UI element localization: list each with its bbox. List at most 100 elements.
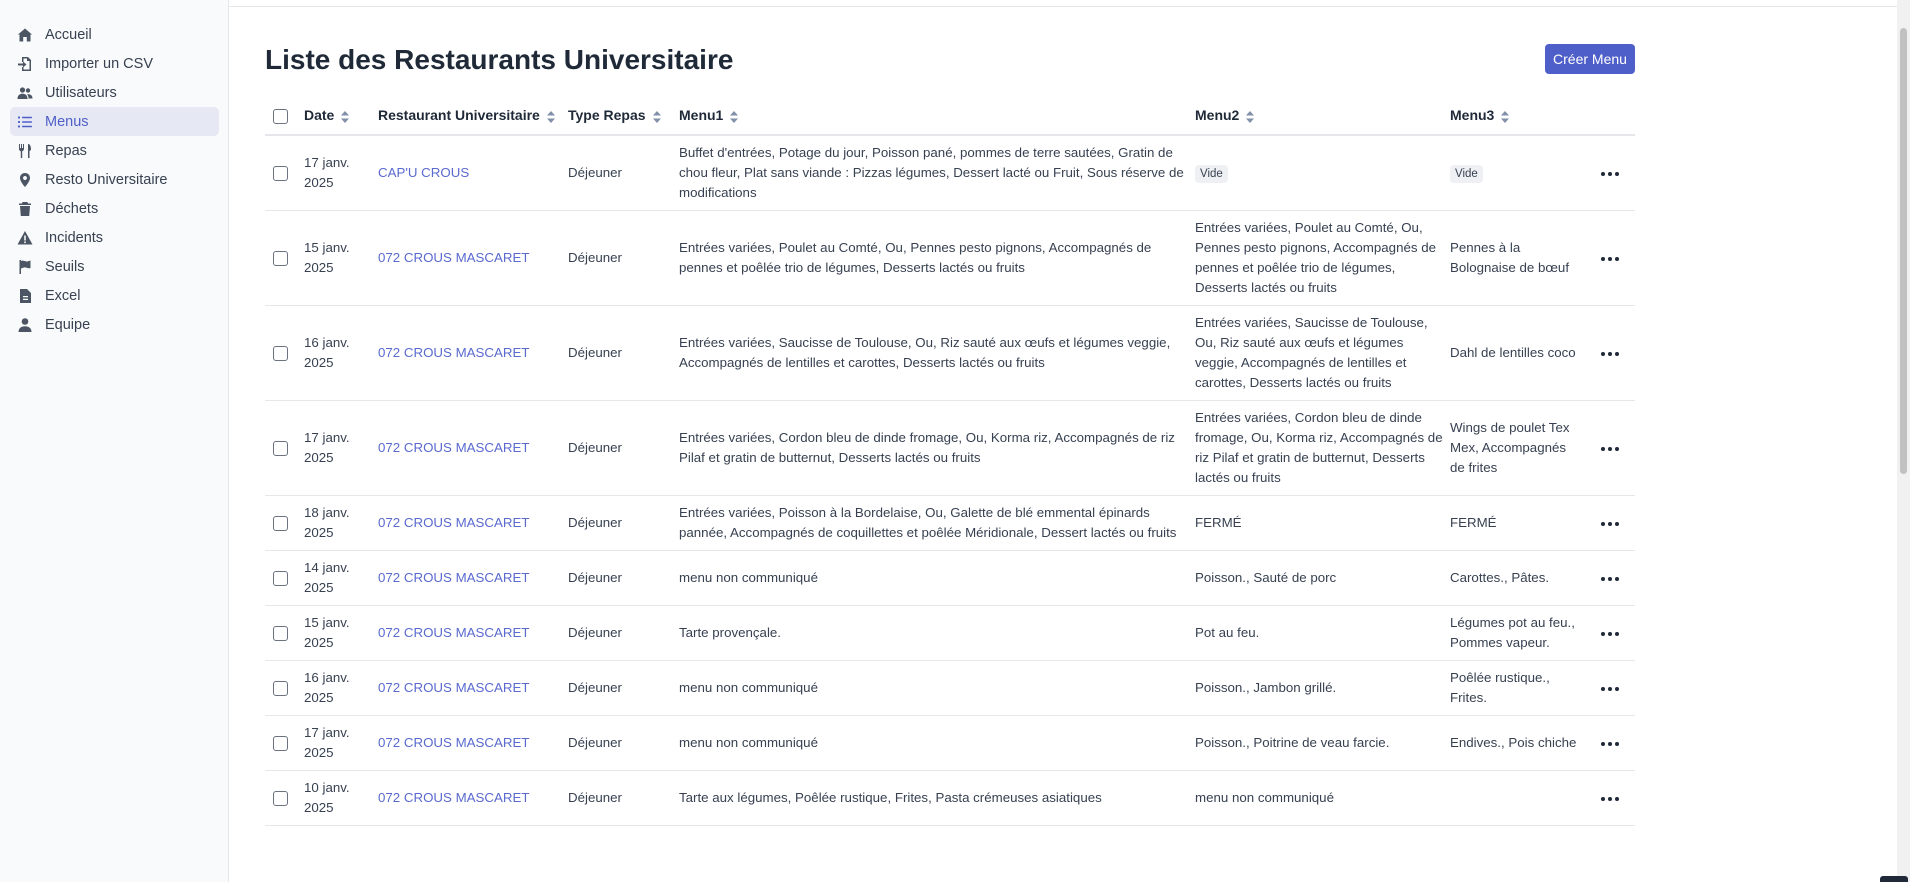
sidebar-item-importer-un-csv[interactable]: Importer un CSV	[10, 49, 219, 78]
sort-icon[interactable]	[729, 110, 739, 124]
users-icon	[16, 84, 34, 102]
resto-cell: 072 CROUS MASCARET	[378, 210, 568, 306]
more-actions-icon[interactable]	[1598, 568, 1622, 588]
resto-link[interactable]: 072 CROUS MASCARET	[378, 515, 529, 530]
menu2-text: Entrées variées, Cordon bleu de dinde fr…	[1195, 410, 1443, 485]
more-actions-icon[interactable]	[1598, 788, 1622, 808]
row-checkbox[interactable]	[273, 570, 288, 586]
sidebar-item-repas[interactable]: Repas	[10, 136, 219, 165]
row-select-cell	[265, 495, 304, 551]
more-actions-icon[interactable]	[1598, 623, 1622, 643]
resto-cell: 072 CROUS MASCARET	[378, 770, 568, 826]
menu2-text: Entrées variées, Saucisse de Toulouse, O…	[1195, 315, 1428, 390]
sidebar-item-label: Déchets	[45, 200, 99, 217]
menu1-cell: menu non communiqué	[679, 550, 1195, 606]
row-checkbox[interactable]	[273, 515, 288, 531]
resto-link[interactable]: 072 CROUS MASCARET	[378, 625, 529, 640]
more-actions-icon[interactable]	[1598, 343, 1622, 363]
more-actions-icon[interactable]	[1598, 163, 1622, 183]
row-checkbox[interactable]	[273, 790, 288, 806]
type-cell: Déjeuner	[568, 135, 679, 211]
type-cell: Déjeuner	[568, 660, 679, 716]
menus-table: Date Restaurant Universitaire Type Repas…	[265, 97, 1635, 826]
menu2-cell: menu non communiqué	[1195, 770, 1450, 826]
resto-link[interactable]: 072 CROUS MASCARET	[378, 250, 529, 265]
row-checkbox[interactable]	[273, 625, 288, 641]
create-menu-button[interactable]: Créer Menu	[1545, 44, 1635, 74]
header-menu1-label: Menu1	[679, 107, 724, 124]
row-select-cell	[265, 550, 304, 606]
header-menu3[interactable]: Menu3	[1450, 97, 1590, 136]
header-resto[interactable]: Restaurant Universitaire	[378, 97, 568, 136]
sort-icon[interactable]	[652, 110, 662, 124]
menu2-cell: Pot au feu.	[1195, 605, 1450, 661]
resto-link[interactable]: 072 CROUS MASCARET	[378, 570, 529, 585]
sidebar-nav: Accueil Importer un CSV Utilisateurs Menus R…	[0, 0, 228, 339]
sort-icon[interactable]	[340, 110, 350, 124]
resto-link[interactable]: 072 CROUS MASCARET	[378, 735, 529, 750]
date-cell: 15 janv. 2025	[304, 210, 378, 306]
sidebar-item-excel[interactable]: Excel	[10, 281, 219, 310]
sidebar-item-resto-universitaire[interactable]: Resto Universitaire	[10, 165, 219, 194]
sidebar-item-dechets[interactable]: Déchets	[10, 194, 219, 223]
menu1-cell: Entrées variées, Poulet au Comté, Ou, Pe…	[679, 210, 1195, 306]
resto-link[interactable]: 072 CROUS MASCARET	[378, 440, 529, 455]
header-menu2-label: Menu2	[1195, 107, 1240, 124]
date-cell: 15 janv. 2025	[304, 605, 378, 661]
row-checkbox[interactable]	[273, 680, 288, 696]
menu3-text: Wings de poulet Tex Mex, Accompagnés de …	[1450, 420, 1570, 475]
sidebar-item-label: Accueil	[45, 26, 92, 43]
type-cell: Déjeuner	[568, 550, 679, 606]
menu3-text: Légumes pot au feu., Pommes vapeur.	[1450, 615, 1575, 650]
sidebar-item-label: Utilisateurs	[45, 84, 117, 101]
sidebar-item-equipe[interactable]: Equipe	[10, 310, 219, 339]
resto-link[interactable]: 072 CROUS MASCARET	[378, 345, 529, 360]
select-all-checkbox[interactable]	[273, 108, 288, 124]
resto-cell: 072 CROUS MASCARET	[378, 550, 568, 606]
more-actions-icon[interactable]	[1598, 733, 1622, 753]
menu3-cell	[1450, 770, 1590, 826]
utensils-icon	[16, 142, 34, 160]
page-title: Liste des Restaurants Universitaire	[265, 44, 734, 75]
resto-cell: 072 CROUS MASCARET	[378, 305, 568, 401]
menu3-cell: Pennes à la Bolognaise de bœuf	[1450, 210, 1590, 306]
more-actions-icon[interactable]	[1598, 678, 1622, 698]
sidebar-item-seuils[interactable]: Seuils	[10, 252, 219, 281]
more-actions-icon[interactable]	[1598, 438, 1622, 458]
resto-link[interactable]: CAP'U CROUS	[378, 165, 469, 180]
more-actions-icon[interactable]	[1598, 248, 1622, 268]
actions-cell	[1590, 605, 1635, 661]
header-menu2[interactable]: Menu2	[1195, 97, 1450, 136]
row-checkbox[interactable]	[273, 440, 288, 456]
menu3-cell: Poêlée rustique., Frites.	[1450, 660, 1590, 716]
vertical-scrollbar[interactable]	[1897, 0, 1910, 882]
sort-icon[interactable]	[1500, 110, 1510, 124]
sidebar-item-menus[interactable]: Menus	[10, 107, 219, 136]
menu2-text: Entrées variées, Poulet au Comté, Ou, Pe…	[1195, 220, 1436, 295]
menu1-cell: Entrées variées, Cordon bleu de dinde fr…	[679, 400, 1195, 496]
type-cell: Déjeuner	[568, 400, 679, 496]
table-body: 17 janv. 2025 CAP'U CROUS Déjeuner Buffet d…	[265, 135, 1635, 826]
row-checkbox[interactable]	[273, 735, 288, 751]
header-menu1[interactable]: Menu1	[679, 97, 1195, 136]
row-checkbox[interactable]	[273, 345, 288, 361]
header-resto-label: Restaurant Universitaire	[378, 107, 540, 124]
sort-icon[interactable]	[546, 110, 556, 124]
table-row: 17 janv. 2025 072 CROUS MASCARET Déjeuner E…	[265, 400, 1635, 496]
more-actions-icon[interactable]	[1598, 513, 1622, 533]
row-checkbox[interactable]	[273, 250, 288, 266]
resto-link[interactable]: 072 CROUS MASCARET	[378, 790, 529, 805]
sidebar-item-utilisateurs[interactable]: Utilisateurs	[10, 78, 219, 107]
resto-link[interactable]: 072 CROUS MASCARET	[378, 680, 529, 695]
header-date[interactable]: Date	[304, 97, 378, 136]
sidebar: Accueil Importer un CSV Utilisateurs Menus R…	[0, 0, 229, 882]
sort-icon[interactable]	[1245, 110, 1255, 124]
actions-cell	[1590, 135, 1635, 211]
row-select-cell	[265, 715, 304, 771]
header-type[interactable]: Type Repas	[568, 97, 679, 136]
sidebar-item-incidents[interactable]: Incidents	[10, 223, 219, 252]
row-checkbox[interactable]	[273, 165, 288, 181]
scrollbar-thumb[interactable]	[1900, 28, 1907, 474]
sidebar-item-accueil[interactable]: Accueil	[10, 20, 219, 49]
import-icon	[16, 55, 34, 73]
